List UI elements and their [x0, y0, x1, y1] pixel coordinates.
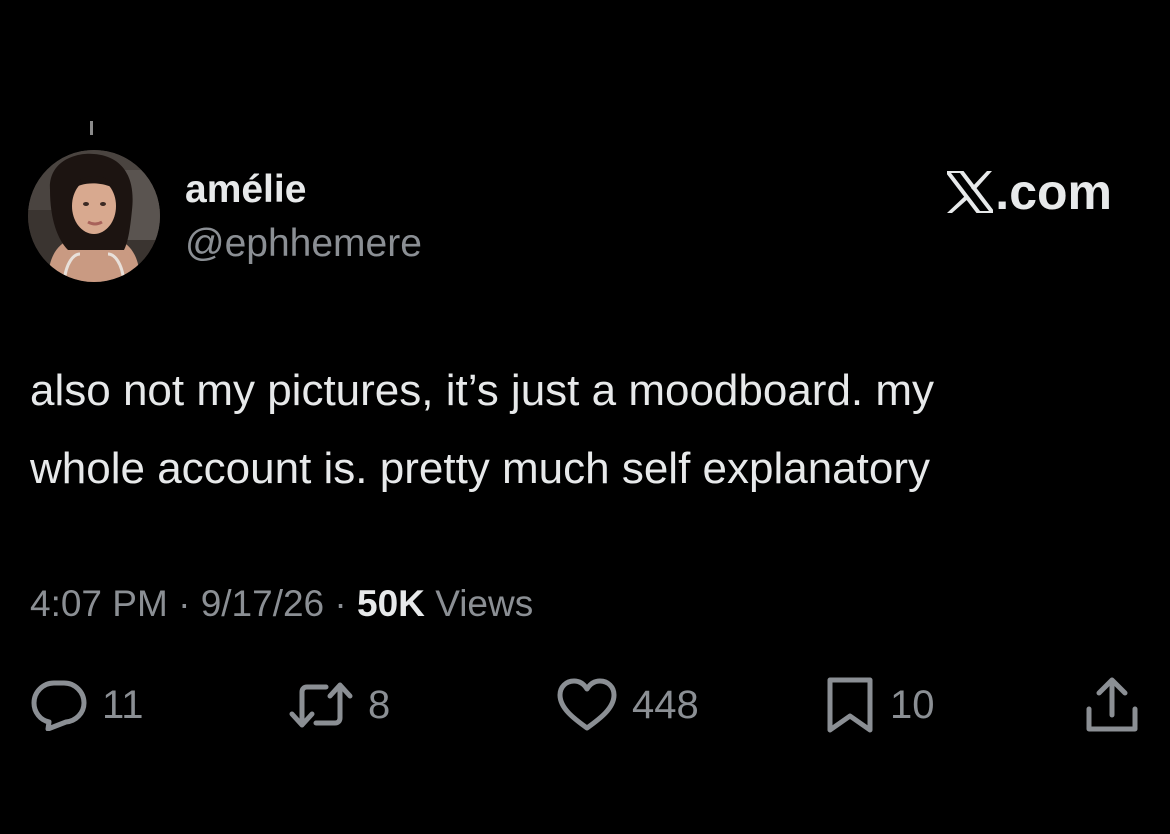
tweet-text: also not my pictures, it’s just a moodbo… [30, 352, 1130, 508]
bookmark-count: 10 [890, 682, 935, 727]
reply-icon [31, 680, 87, 731]
x-logo-icon [947, 171, 994, 213]
bookmark-button[interactable]: 10 [824, 670, 935, 740]
author-handle[interactable]: @ephhemere [185, 222, 422, 266]
avatar-image [28, 150, 160, 282]
share-icon [1086, 677, 1138, 732]
action-bar: 11 8 448 10 [0, 670, 1170, 740]
brand-watermark: .com [947, 162, 1112, 222]
tweet-time[interactable]: 4:07 PM [30, 583, 168, 624]
bookmark-icon [827, 677, 873, 733]
tweet-meta: 4:07 PM · 9/17/26 · 50K Views [30, 582, 533, 626]
heart-icon [557, 678, 617, 731]
views-label[interactable]: Views [425, 583, 533, 624]
repost-icon [289, 682, 353, 728]
like-button[interactable]: 448 [556, 670, 699, 740]
meta-separator: · [324, 583, 358, 624]
views-count[interactable]: 50K [357, 583, 425, 624]
repost-button[interactable]: 8 [288, 670, 390, 740]
tweet-date[interactable]: 9/17/26 [201, 583, 324, 624]
brand-domain-text: .com [995, 164, 1112, 220]
avatar[interactable] [28, 150, 160, 282]
top-tick-mark [90, 121, 93, 135]
repost-count: 8 [368, 682, 391, 727]
meta-separator: · [167, 583, 201, 624]
author-display-name[interactable]: amélie [185, 168, 306, 212]
reply-count: 11 [102, 682, 144, 727]
tweet-text-line: whole account is. pretty much self expla… [30, 444, 931, 493]
tweet-text-line: also not my pictures, it’s just a moodbo… [30, 366, 935, 415]
share-button[interactable] [1084, 670, 1140, 740]
reply-button[interactable]: 11 [30, 670, 144, 740]
like-count: 448 [632, 682, 699, 727]
